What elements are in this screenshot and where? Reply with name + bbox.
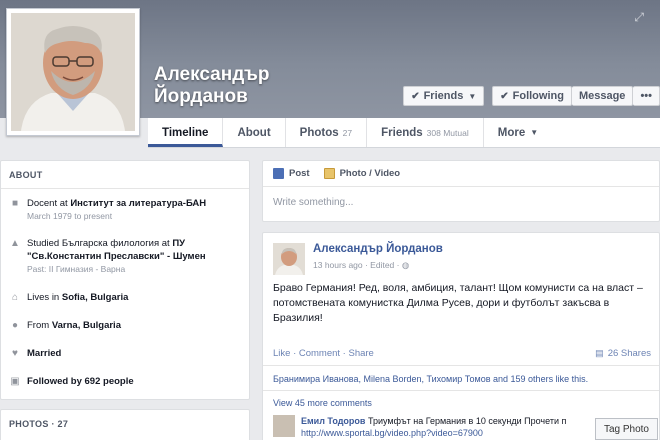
post-divider: [263, 390, 659, 391]
caret-down-icon: ▼: [530, 128, 539, 137]
comment-avatar[interactable]: [273, 415, 295, 437]
shares-count[interactable]: ▤ 26 Shares: [595, 348, 651, 359]
about-from-prefix: From: [27, 320, 52, 331]
map-pin-icon: ●: [11, 320, 19, 331]
tab-about[interactable]: About: [223, 118, 286, 147]
about-header: ABOUT: [1, 161, 249, 189]
tab-friends[interactable]: Friends 308 Mutual: [367, 118, 484, 147]
composer-tabs: Post Photo / Video: [263, 161, 659, 187]
comment-author[interactable]: Емил Тодоров: [301, 416, 365, 426]
globe-icon: ◍: [401, 260, 410, 270]
about-item-relationship: ♥ Married: [9, 347, 243, 360]
about-item-lives: ⌂ Lives in Sofia, Bulgaria: [9, 291, 243, 304]
about-item-followers: ▣ Followed by 692 people: [9, 375, 243, 388]
about-item-work: ■ Docent at Институт за литература-БАН M…: [9, 197, 243, 222]
post-divider: [263, 365, 659, 366]
caret-down-icon: ▼: [468, 91, 477, 101]
about-item-education: ▲ Studied Българска филология at ПУ "Св.…: [9, 237, 243, 275]
shares-count-label: 26 Shares: [607, 348, 651, 359]
about-education-prefix: Studied Българска филология at: [27, 238, 173, 249]
tab-about-label: About: [237, 126, 271, 139]
message-button-label: Message: [578, 90, 626, 102]
following-button[interactable]: ✔ Following: [492, 86, 572, 106]
post-text: Браво Германия! Ред, воля, амбиция, тала…: [273, 282, 643, 324]
about-from-link[interactable]: Varna, Bulgaria: [52, 320, 121, 331]
house-icon: ⌂: [11, 292, 19, 303]
cover-actions: ✔ Friends ▼ ✔ Following Message •••: [403, 86, 660, 106]
tab-more-label: More: [497, 126, 526, 139]
friends-button-label: Friends: [423, 90, 464, 102]
more-dots-icon: •••: [640, 90, 652, 102]
about-followers-link[interactable]: Followed by 692 people: [27, 376, 134, 387]
profile-name[interactable]: Александър Йорданов: [154, 64, 384, 108]
tab-photos[interactable]: Photos 27: [286, 118, 368, 147]
photos-card: PHOTOS · 27: [0, 409, 250, 440]
tab-timeline-label: Timeline: [162, 126, 209, 139]
post-composer: Post Photo / Video Write something...: [262, 160, 660, 222]
about-work-link[interactable]: Институт за литература-БАН: [70, 198, 206, 209]
friends-button[interactable]: ✔ Friends ▼: [403, 86, 485, 106]
tab-more[interactable]: More ▼: [484, 118, 552, 147]
about-relationship-value: Married: [27, 348, 62, 359]
tab-friends-count: 308 Mutual: [426, 127, 469, 138]
composer-tab-post-label: Post: [289, 168, 310, 179]
post-meta: 13 hours ago · Edited · ◍: [313, 260, 409, 271]
post-author-name[interactable]: Александър Йорданов: [313, 243, 443, 255]
post-author-avatar[interactable]: [273, 243, 305, 275]
about-work-prefix: Docent at: [27, 198, 71, 209]
more-options-button[interactable]: •••: [633, 86, 660, 106]
photo-icon: [323, 168, 335, 179]
post-actions: Like · Comment · Share ▤ 26 Shares: [273, 348, 651, 359]
about-card: ABOUT ■ Docent at Институт за литература…: [0, 160, 250, 400]
pencil-icon: [273, 168, 284, 179]
about-work-dates: March 1979 to present: [27, 211, 113, 221]
following-button-label: Following: [512, 90, 564, 102]
heart-icon: ♥: [12, 348, 18, 359]
comment-link[interactable]: http://www.sportal.bg/video.php?video=67…: [301, 428, 483, 438]
about-item-from: ● From Varna, Bulgaria: [9, 319, 243, 332]
expand-icon[interactable]: ⤢: [634, 10, 644, 25]
profile-name-last: Йорданов: [154, 86, 248, 107]
profile-picture[interactable]: [6, 8, 140, 136]
check-icon: ✔: [411, 90, 420, 102]
tab-friends-label: Friends: [381, 126, 423, 139]
follow-message-group: ✔ Following Message •••: [492, 86, 660, 106]
portrait-illustration: [11, 13, 135, 131]
tab-photos-count: 27: [342, 127, 353, 138]
message-button[interactable]: Message: [571, 86, 634, 106]
briefcase-icon: ■: [11, 198, 19, 209]
avatar-illustration: [273, 243, 305, 275]
about-education-past: Past: II Гимназия - Варна: [27, 264, 126, 274]
post-timestamp[interactable]: 13 hours ago · Edited ·: [313, 260, 402, 270]
like-comment-share-links[interactable]: Like · Comment · Share: [273, 348, 374, 359]
tab-timeline[interactable]: Timeline: [148, 118, 224, 147]
check-icon: ✔: [500, 90, 509, 102]
profile-nav: Timeline About Photos 27 Friends 308 Mut…: [148, 118, 660, 148]
about-lives-link[interactable]: Sofia, Bulgaria: [62, 292, 129, 303]
composer-tab-photo[interactable]: Photo / Video: [323, 168, 401, 179]
composer-input[interactable]: Write something...: [263, 187, 659, 208]
likes-summary[interactable]: Бранимира Иванова, Milena Borden, Тихоми…: [273, 374, 651, 384]
rss-icon: ▣: [10, 376, 20, 387]
photos-header[interactable]: PHOTOS · 27: [1, 410, 249, 438]
composer-tab-photo-label: Photo / Video: [339, 168, 401, 179]
view-more-comments[interactable]: View 45 more comments: [273, 398, 372, 408]
profile-name-first: Александър: [154, 64, 270, 85]
graduation-cap-icon: ▲: [10, 238, 20, 249]
share-icon: ▤: [595, 348, 604, 358]
about-lives-prefix: Lives in: [27, 292, 62, 303]
tab-photos-label: Photos: [299, 126, 339, 139]
comment-text: Триумфът на Германия в 10 секунди Прочет…: [365, 416, 567, 426]
composer-tab-post[interactable]: Post: [273, 168, 310, 179]
timeline-post: Александър Йорданов 13 hours ago · Edite…: [262, 232, 660, 440]
tag-photo-button[interactable]: Tag Photo: [594, 418, 658, 440]
